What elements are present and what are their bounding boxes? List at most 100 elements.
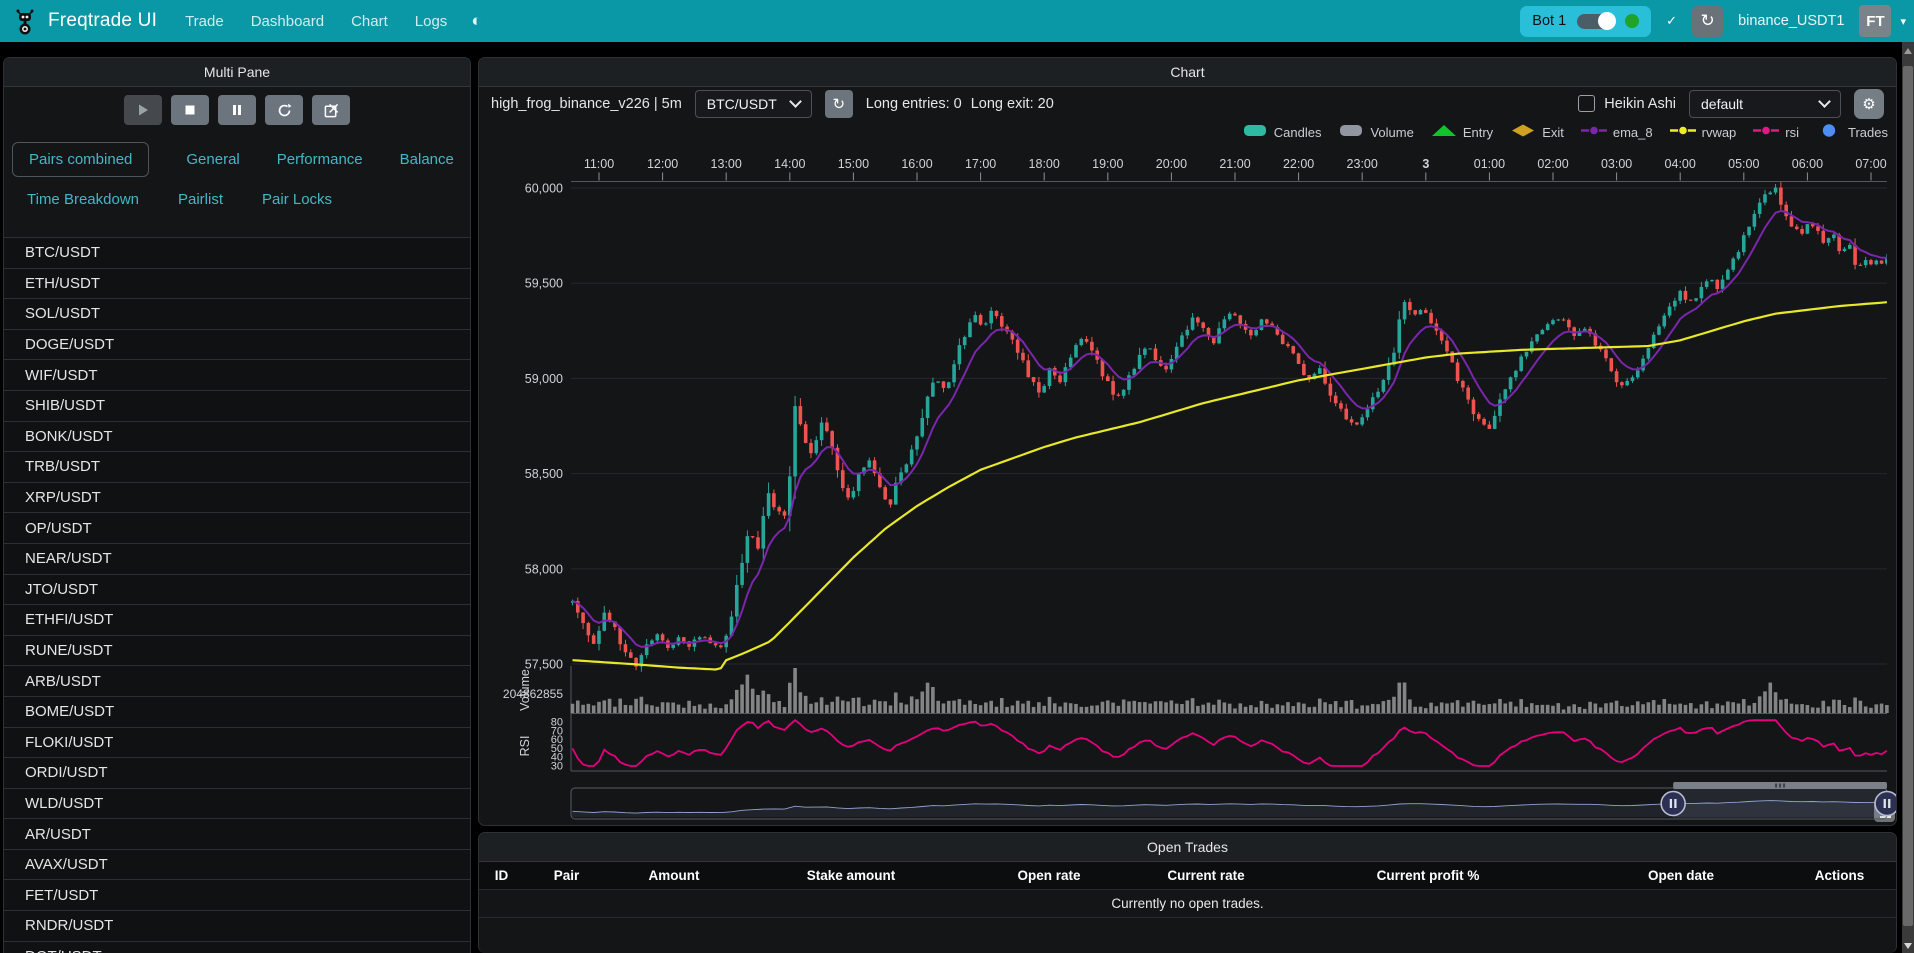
svg-text:23:00: 23:00 (1347, 157, 1378, 171)
tab-pair-locks[interactable]: Pair Locks (262, 191, 332, 208)
column-actions: Actions (1783, 868, 1896, 883)
svg-text:05:00: 05:00 (1728, 157, 1759, 171)
plot-config-select[interactable]: default (1689, 90, 1841, 118)
play-button[interactable] (124, 95, 162, 125)
pair-row-dot[interactable]: DOT/USDT (4, 942, 470, 953)
legend-item-rsi[interactable]: rsi (1752, 124, 1799, 140)
navigator-right-handle[interactable] (1875, 792, 1897, 816)
chevron-down-icon[interactable]: ▾ (1900, 15, 1906, 28)
legend-item-entry[interactable]: Entry (1430, 124, 1493, 140)
refresh-button[interactable] (265, 95, 303, 125)
pair-row-ordi[interactable]: ORDI/USDT (4, 758, 470, 789)
pair-row-ar[interactable]: AR/USDT (4, 819, 470, 850)
pair-select[interactable]: BTC/USDT (695, 90, 812, 118)
clear-chart-button[interactable] (312, 95, 350, 125)
svg-text:04:00: 04:00 (1665, 157, 1696, 171)
freqtrade-logo-icon (12, 6, 38, 36)
svg-text:RSI: RSI (518, 736, 532, 757)
pair-row-bonk[interactable]: BONK/USDT (4, 422, 470, 453)
chart-toolbar: high_frog_binance_v226 | 5m BTC/USDT ↻ L… (479, 87, 1896, 120)
pair-row-jto[interactable]: JTO/USDT (4, 575, 470, 606)
svg-text:59,000: 59,000 (525, 372, 563, 386)
tab-time-breakdown[interactable]: Time Breakdown (27, 191, 139, 208)
legend-label: Candles (1274, 125, 1322, 140)
theme-toggle-icon[interactable]: ◐ (471, 11, 481, 31)
pair-row-eth[interactable]: ETH/USDT (4, 269, 470, 300)
tab-pairlist[interactable]: Pairlist (178, 191, 223, 208)
legend-item-rvwap[interactable]: rvwap (1669, 124, 1737, 140)
nav-link-chart[interactable]: Chart (351, 13, 388, 30)
pair-row-wld[interactable]: WLD/USDT (4, 789, 470, 820)
pair-row-rndr[interactable]: RNDR/USDT (4, 911, 470, 942)
navigator-left-handle[interactable] (1661, 792, 1685, 816)
column-stake-amount: Stake amount (739, 868, 963, 883)
svg-text:13:00: 13:00 (711, 157, 742, 171)
volume-marker-icon (1337, 124, 1365, 140)
legend-label: Exit (1542, 125, 1564, 140)
pair-row-avax[interactable]: AVAX/USDT (4, 850, 470, 881)
column-open-rate: Open rate (963, 868, 1135, 883)
column-amount: Amount (609, 868, 739, 883)
pair-row-wif[interactable]: WIF/USDT (4, 360, 470, 391)
user-avatar[interactable]: FT (1859, 5, 1891, 37)
open-trades-empty-message: Currently no open trades. (479, 890, 1896, 918)
svg-text:03:00: 03:00 (1601, 157, 1632, 171)
tab-balance[interactable]: Balance (400, 151, 454, 168)
stop-button[interactable] (171, 95, 209, 125)
heikin-ashi-checkbox[interactable] (1578, 95, 1595, 112)
pair-row-doge[interactable]: DOGE/USDT (4, 330, 470, 361)
main-price-chart[interactable]: 60,00059,50059,00058,50058,00057,50011:0… (479, 58, 1897, 826)
legend-item-candles[interactable]: Candles (1241, 124, 1322, 140)
pair-row-shib[interactable]: SHIB/USDT (4, 391, 470, 422)
pair-row-btc[interactable]: BTC/USDT (4, 238, 470, 269)
svg-text:12:00: 12:00 (647, 157, 678, 171)
long-entries-label: Long entries: 0 (866, 96, 962, 112)
legend-item-ema_8[interactable]: ema_8 (1580, 124, 1653, 140)
legend-item-exit[interactable]: Exit (1509, 124, 1564, 140)
legend-label: Volume (1370, 125, 1413, 140)
page-scrollbar[interactable] (1902, 42, 1914, 953)
pair-row-xrp[interactable]: XRP/USDT (4, 483, 470, 514)
tab-pairs-combined[interactable]: Pairs combined (12, 142, 149, 177)
bot-toggle[interactable] (1577, 14, 1614, 29)
column-pair: Pair (524, 868, 609, 883)
nav-links: Trade Dashboard Chart Logs (185, 13, 447, 30)
plot-settings-gear-button[interactable]: ⚙ (1854, 89, 1884, 119)
nav-link-dashboard[interactable]: Dashboard (251, 13, 324, 30)
pair-row-fet[interactable]: FET/USDT (4, 880, 470, 911)
pair-row-floki[interactable]: FLOKI/USDT (4, 728, 470, 759)
legend-label: Entry (1463, 125, 1493, 140)
tab-general[interactable]: General (186, 151, 239, 168)
svg-text:07:00: 07:00 (1855, 157, 1886, 171)
pause-button[interactable] (218, 95, 256, 125)
pair-row-op[interactable]: OP/USDT (4, 513, 470, 544)
scrollbar-up-arrow-icon[interactable] (1904, 48, 1912, 54)
bot-selector[interactable]: Bot 1 (1520, 6, 1651, 37)
multi-pane-header: Multi Pane (4, 58, 470, 87)
legend-item-volume[interactable]: Volume (1337, 124, 1413, 140)
pair-row-sol[interactable]: SOL/USDT (4, 299, 470, 330)
legend-label: rvwap (1702, 125, 1737, 140)
chart-legend: Candles Volume Entry Exit ema_8 rvwap rsi Trade… (1241, 124, 1888, 140)
chevron-down-icon (789, 95, 802, 108)
refresh-chart-button[interactable]: ↻ (825, 90, 853, 118)
column-current-profit--: Current profit % (1277, 868, 1579, 883)
tab-performance[interactable]: Performance (277, 151, 363, 168)
nav-link-logs[interactable]: Logs (415, 13, 448, 30)
legend-label: Trades (1848, 125, 1888, 140)
legend-item-trades[interactable]: Trades (1815, 124, 1888, 140)
ema_8-marker-icon (1580, 124, 1608, 140)
pair-row-ethfi[interactable]: ETHFI/USDT (4, 605, 470, 636)
scrollbar-down-arrow-icon[interactable] (1904, 943, 1912, 949)
trades-marker-icon (1815, 124, 1843, 140)
pair-row-rune[interactable]: RUNE/USDT (4, 636, 470, 667)
svg-text:02:00: 02:00 (1537, 157, 1568, 171)
nav-link-trade[interactable]: Trade (185, 13, 224, 30)
pair-row-arb[interactable]: ARB/USDT (4, 666, 470, 697)
svg-text:18:00: 18:00 (1029, 157, 1060, 171)
scrollbar-thumb[interactable] (1903, 66, 1913, 926)
reload-bot-button[interactable]: ↻ (1692, 6, 1723, 37)
pair-row-near[interactable]: NEAR/USDT (4, 544, 470, 575)
pair-row-trb[interactable]: TRB/USDT (4, 452, 470, 483)
pair-row-bome[interactable]: BOME/USDT (4, 697, 470, 728)
